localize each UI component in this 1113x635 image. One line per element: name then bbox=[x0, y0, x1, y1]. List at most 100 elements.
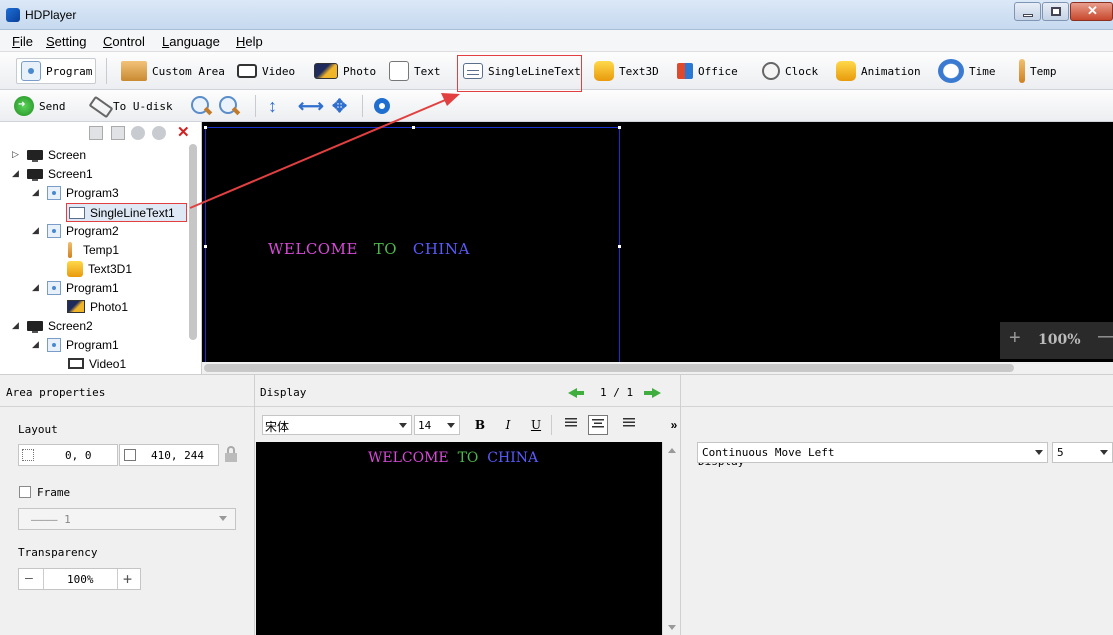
transparency-decrease-button[interactable]: — bbox=[25, 571, 33, 586]
more-options-button[interactable]: » bbox=[664, 415, 684, 435]
paste-icon[interactable] bbox=[111, 126, 125, 140]
tree-item-program1[interactable]: ◢ Program1 bbox=[32, 278, 119, 297]
custom-area-button[interactable]: Custom Area bbox=[121, 58, 225, 84]
menu-setting[interactable]: Setting bbox=[46, 34, 86, 49]
clock-button[interactable]: Clock bbox=[762, 58, 818, 84]
maximize-button[interactable] bbox=[1042, 2, 1069, 21]
thermometer-icon bbox=[1019, 59, 1025, 83]
animation-button[interactable]: Animation bbox=[836, 58, 921, 84]
menu-control[interactable]: Control bbox=[103, 34, 145, 49]
position-field[interactable]: 0, 0 bbox=[18, 444, 118, 466]
video-label: Video bbox=[262, 64, 296, 78]
previous-page-arrow-icon[interactable] bbox=[568, 388, 584, 398]
resize-handle[interactable] bbox=[204, 245, 207, 248]
zoom-in-button[interactable] bbox=[189, 93, 213, 119]
fit-height-button[interactable]: ↕ bbox=[268, 93, 277, 119]
to-udisk-button[interactable]: To U-disk bbox=[88, 93, 173, 119]
resize-handle[interactable] bbox=[618, 245, 621, 248]
speed-select[interactable]: 5 bbox=[1052, 442, 1113, 463]
tree-item-label: Photo1 bbox=[90, 299, 129, 314]
office-button[interactable]: Office bbox=[677, 58, 738, 84]
close-button[interactable]: ✕ bbox=[1070, 2, 1113, 21]
tree-item-temp1[interactable]: Temp1 bbox=[62, 240, 119, 259]
next-page-arrow-icon[interactable] bbox=[644, 388, 661, 398]
expand-arrow-icon[interactable]: ▷ bbox=[12, 149, 22, 160]
scrollbar-thumb[interactable] bbox=[204, 364, 1014, 372]
program-button[interactable]: Program bbox=[16, 58, 96, 84]
scroll-down-icon[interactable] bbox=[668, 625, 676, 630]
size-field[interactable]: 410, 244 bbox=[119, 444, 219, 466]
collapse-arrow-icon[interactable]: ◢ bbox=[12, 168, 22, 179]
program-icon bbox=[47, 337, 61, 352]
resize-handle[interactable] bbox=[618, 126, 621, 129]
move-down-icon[interactable] bbox=[152, 126, 166, 140]
close-icon: ✕ bbox=[1087, 3, 1098, 18]
send-button[interactable]: Send bbox=[14, 93, 66, 119]
aspect-lock-icon[interactable] bbox=[225, 446, 237, 462]
canvas-horizontal-scrollbar[interactable] bbox=[202, 362, 1113, 374]
frame-style-select[interactable]: ———— 1 bbox=[18, 508, 236, 530]
tree-item-screen2[interactable]: ◢ Screen2 bbox=[12, 316, 93, 335]
fit-width-button[interactable]: ⟷ bbox=[298, 93, 324, 119]
zoom-minus-button[interactable]: — bbox=[1098, 325, 1113, 348]
maximize-icon bbox=[1051, 7, 1061, 16]
collapse-arrow-icon[interactable]: ◢ bbox=[12, 320, 22, 331]
align-right-button[interactable] bbox=[619, 415, 639, 435]
temp-button[interactable]: Temp bbox=[1019, 58, 1057, 84]
text-editor[interactable]: WELCOME TO CHINA bbox=[256, 442, 662, 635]
menu-help[interactable]: Help bbox=[236, 34, 263, 49]
text3d-button[interactable]: Text3D bbox=[594, 58, 659, 84]
font-select[interactable]: 宋体 bbox=[262, 415, 412, 435]
editor-scrollbar[interactable] bbox=[662, 442, 680, 635]
preview-canvas[interactable]: WELCOME TO CHINA + 100% — bbox=[202, 122, 1113, 374]
tree-toolbar: ✕ bbox=[0, 122, 202, 144]
transparency-label: Transparency bbox=[18, 546, 98, 559]
tree-item-screen1[interactable]: ◢ Screen1 bbox=[12, 164, 93, 183]
move-up-icon[interactable] bbox=[131, 126, 145, 140]
tree-item-program2[interactable]: ◢ Program2 bbox=[32, 221, 119, 240]
collapse-arrow-icon[interactable]: ◢ bbox=[32, 187, 42, 198]
collapse-arrow-icon[interactable]: ◢ bbox=[32, 225, 42, 236]
align-left-button[interactable] bbox=[561, 415, 581, 435]
underline-button[interactable]: U bbox=[526, 415, 546, 435]
chevron-down-icon bbox=[219, 516, 227, 521]
frame-checkbox[interactable] bbox=[19, 486, 31, 498]
toolbar-separator bbox=[362, 95, 363, 117]
fit-all-button[interactable]: ✥ bbox=[332, 93, 347, 119]
display-effect-select[interactable]: Continuous Move Left bbox=[697, 442, 1048, 463]
resize-handle[interactable] bbox=[412, 126, 415, 129]
font-size-select[interactable]: 14 bbox=[414, 415, 460, 435]
italic-button[interactable]: I bbox=[498, 415, 518, 435]
video-button[interactable]: Video bbox=[237, 58, 295, 84]
text-button[interactable]: Text bbox=[389, 58, 441, 84]
menu-language[interactable]: Language bbox=[162, 34, 220, 49]
collapse-arrow-icon[interactable]: ◢ bbox=[32, 282, 42, 293]
play-button[interactable] bbox=[374, 93, 390, 119]
usb-icon bbox=[88, 96, 108, 116]
tree-item-video1[interactable]: Video1 bbox=[68, 354, 126, 373]
photo-button[interactable]: Photo bbox=[314, 58, 376, 84]
tree-item-program3[interactable]: ◢ Program3 bbox=[32, 183, 119, 202]
tree-item-photo1[interactable]: Photo1 bbox=[67, 297, 128, 316]
zoom-out-button[interactable] bbox=[217, 93, 241, 119]
minimize-button[interactable] bbox=[1014, 2, 1041, 21]
zoom-plus-button[interactable]: + bbox=[1009, 327, 1021, 350]
scroll-up-icon[interactable] bbox=[668, 448, 676, 453]
display-effect-value: Continuous Move Left bbox=[702, 446, 835, 459]
menu-file[interactable]: File bbox=[12, 34, 33, 49]
time-button[interactable]: Time bbox=[938, 58, 996, 84]
size-icon bbox=[124, 449, 136, 461]
copy-icon[interactable] bbox=[89, 126, 103, 140]
collapse-arrow-icon[interactable]: ◢ bbox=[32, 339, 42, 350]
tree-item-program1-screen2[interactable]: ◢ Program1 bbox=[32, 335, 119, 354]
transparency-increase-button[interactable]: + bbox=[123, 570, 132, 588]
tree-item-singlelinetext1[interactable]: SingleLineText1 bbox=[69, 203, 175, 222]
tree-scrollbar[interactable] bbox=[189, 144, 197, 340]
resize-handle[interactable] bbox=[204, 126, 207, 129]
bold-button[interactable]: B bbox=[470, 415, 490, 435]
tree-item-text3d1[interactable]: Text3D1 bbox=[67, 259, 132, 278]
transparency-value[interactable]: 100% bbox=[67, 573, 94, 586]
align-center-button[interactable] bbox=[588, 415, 608, 435]
delete-icon[interactable]: ✕ bbox=[177, 125, 191, 140]
tree-item-screen[interactable]: ▷ Screen bbox=[12, 145, 86, 164]
